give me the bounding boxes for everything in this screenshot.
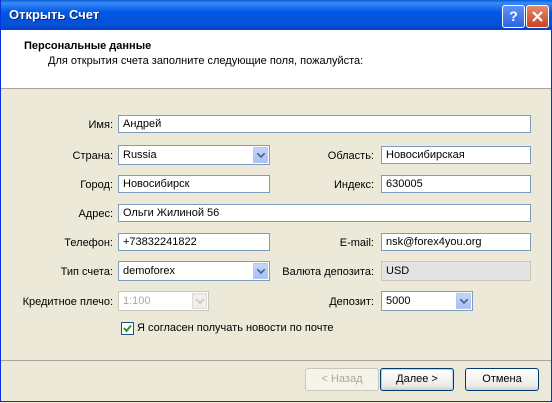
city-field[interactable]: Новосибирск <box>118 175 270 193</box>
deposit-label: Депозит: <box>329 296 374 308</box>
currency-field: USD <box>381 261 531 281</box>
separator <box>1 360 551 361</box>
email-field[interactable]: nsk@forex4you.org <box>381 233 531 251</box>
currency-label: Валюта депозита: <box>282 266 374 278</box>
city-label: Город: <box>80 179 113 191</box>
back-button: < Назад <box>305 368 379 391</box>
leverage-label: Кредитное плечо: <box>22 296 113 308</box>
country-label: Страна: <box>72 150 113 162</box>
news-checkbox[interactable] <box>121 322 134 335</box>
news-checkbox-label[interactable]: Я согласен получать новости по почте <box>137 322 333 334</box>
next-button[interactable]: Далее > <box>380 368 454 391</box>
help-button[interactable]: ? <box>502 5 525 28</box>
chevron-down-icon[interactable] <box>253 147 268 163</box>
name-field[interactable]: Андрей <box>118 115 531 133</box>
name-label: Имя: <box>88 119 113 131</box>
address-label: Адрес: <box>78 208 113 220</box>
close-button[interactable] <box>526 5 549 28</box>
region-field[interactable]: Новосибирская <box>381 146 531 164</box>
chevron-down-icon <box>192 293 207 309</box>
phone-field[interactable]: +73832241822 <box>118 233 270 251</box>
chevron-down-icon[interactable] <box>253 263 268 279</box>
header-title: Персональные данные <box>24 40 152 52</box>
deposit-value: 5000 <box>386 295 411 307</box>
chevron-down-icon[interactable] <box>456 293 471 309</box>
dialog-window: Открыть Счет ? Персональные данные Для о… <box>0 0 552 402</box>
leverage-value: 1:100 <box>123 295 151 307</box>
zip-label: Индекс: <box>333 179 374 191</box>
deposit-select[interactable]: 5000 <box>381 291 473 311</box>
account-type-value: demoforex <box>123 265 175 277</box>
account-type-label: Тип счета: <box>60 266 113 278</box>
account-type-select[interactable]: demoforex <box>118 261 270 281</box>
email-label: E-mail: <box>339 237 374 249</box>
window-title: Открыть Счет <box>9 7 100 22</box>
phone-label: Телефон: <box>64 237 113 249</box>
address-field[interactable]: Ольги Жилиной 56 <box>118 204 531 222</box>
header-subtitle: Для открытия счета заполните следующие п… <box>48 55 364 67</box>
title-bar[interactable]: Открыть Счет ? <box>1 0 552 30</box>
zip-field[interactable]: 630005 <box>381 175 531 193</box>
country-value: Russia <box>123 149 157 161</box>
region-label: Область: <box>327 150 374 162</box>
checkmark-icon <box>123 324 132 333</box>
header-panel: Персональные данные Для открытия счета з… <box>1 30 551 89</box>
country-select[interactable]: Russia <box>118 145 270 165</box>
cancel-button[interactable]: Отмена <box>465 368 539 391</box>
close-icon <box>532 11 543 22</box>
leverage-select: 1:100 <box>118 291 209 311</box>
